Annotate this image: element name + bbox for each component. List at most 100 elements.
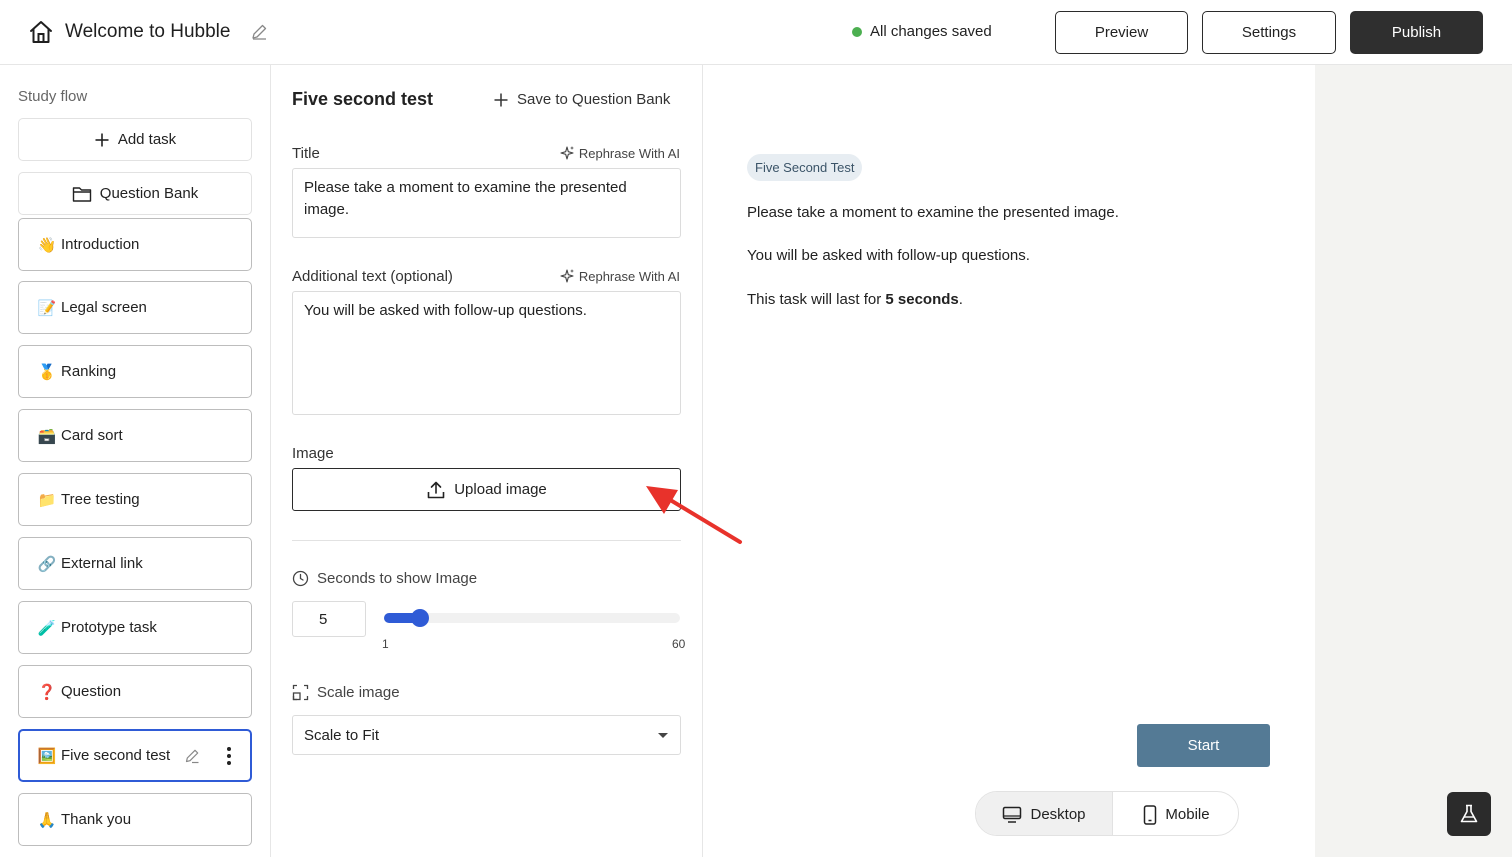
task-item-question[interactable]: ❓ Question bbox=[18, 665, 252, 718]
add-task-label: Add task bbox=[117, 131, 177, 148]
mobile-icon bbox=[1144, 804, 1157, 825]
preview-button[interactable]: Preview bbox=[1055, 11, 1188, 54]
upload-icon bbox=[427, 481, 445, 498]
divider bbox=[292, 540, 681, 541]
slider-min-label: 1 bbox=[382, 637, 389, 651]
study-flow-label: Study flow bbox=[18, 88, 88, 105]
task-item-thank-you[interactable]: 🙏 Thank you bbox=[18, 793, 252, 846]
task-item-prototype-task[interactable]: 🧪 Prototype task bbox=[18, 601, 252, 654]
rephrase-with-ai-button[interactable]: Rephrase With AI bbox=[559, 145, 680, 161]
duration-value: 5 seconds bbox=[885, 291, 959, 308]
saved-dot-icon bbox=[852, 26, 862, 37]
more-vertical-icon[interactable] bbox=[226, 746, 232, 766]
slider-thumb[interactable] bbox=[411, 609, 430, 627]
publish-button[interactable]: Publish bbox=[1350, 11, 1483, 54]
pencil-icon[interactable] bbox=[184, 748, 200, 764]
task-editor-panel: Five second test Save to Question Bank T… bbox=[271, 65, 703, 857]
scale-image-label: Scale image bbox=[292, 684, 400, 701]
task-item-external-link[interactable]: 🔗 External link bbox=[18, 537, 252, 590]
device-toggle: Desktop Mobile bbox=[975, 791, 1239, 836]
folded-hands-icon: 🙏 bbox=[37, 811, 57, 829]
study-flow-sidebar: Study flow Add task Question Bank 👋 Intr… bbox=[0, 65, 271, 857]
preview-title: Please take a moment to examine the pres… bbox=[747, 204, 1119, 221]
desktop-label: Desktop bbox=[1030, 806, 1086, 823]
task-label: External link bbox=[61, 555, 143, 572]
participant-preview: Five Second Test Please take a moment to… bbox=[703, 65, 1315, 857]
medal-icon: 🥇 bbox=[37, 363, 57, 381]
save-to-question-bank-label: Save to Question Bank bbox=[517, 91, 671, 108]
settings-button[interactable]: Settings bbox=[1202, 11, 1336, 54]
framed-picture-icon: 🖼️ bbox=[37, 747, 57, 765]
card-box-icon: 🗃️ bbox=[37, 427, 57, 445]
save-status-text: All changes saved bbox=[870, 23, 992, 40]
task-item-card-sort[interactable]: 🗃️ Card sort bbox=[18, 409, 252, 462]
task-type-badge: Five Second Test bbox=[747, 154, 863, 181]
save-status: All changes saved bbox=[852, 23, 992, 40]
sparkle-icon bbox=[560, 269, 574, 283]
sparkle-icon bbox=[560, 146, 574, 160]
scale-image-select[interactable]: Scale to Fit bbox=[292, 715, 681, 755]
home-icon[interactable] bbox=[28, 19, 54, 45]
link-icon: 🔗 bbox=[37, 555, 57, 573]
task-label: Tree testing bbox=[61, 491, 140, 508]
editor-heading: Five second test bbox=[292, 89, 434, 109]
task-label: Thank you bbox=[61, 811, 132, 828]
rephrase-label: Rephrase With AI bbox=[578, 145, 680, 161]
lab-flask-button[interactable] bbox=[1447, 792, 1491, 836]
title-textarea[interactable]: Please take a moment to examine the pres… bbox=[292, 168, 681, 238]
seconds-input[interactable]: 5 bbox=[292, 601, 366, 637]
plus-icon bbox=[95, 133, 109, 146]
task-label: Ranking bbox=[61, 363, 117, 380]
pencil-icon[interactable] bbox=[250, 23, 268, 41]
upload-image-label: Upload image bbox=[454, 481, 547, 498]
title-label: Title bbox=[292, 145, 320, 162]
folder-icon bbox=[72, 186, 91, 202]
plus-icon bbox=[494, 93, 508, 106]
task-item-tree-testing[interactable]: 📁 Tree testing bbox=[18, 473, 252, 526]
task-item-introduction[interactable]: 👋 Introduction bbox=[18, 218, 252, 271]
scale-label-text: Scale image bbox=[317, 684, 400, 701]
scale-select-value: Scale to Fit bbox=[304, 726, 380, 744]
right-gray-panel bbox=[1315, 65, 1512, 857]
question-bank-button[interactable]: Question Bank bbox=[18, 172, 252, 215]
slider-max-label: 60 bbox=[672, 637, 686, 651]
task-item-ranking[interactable]: 🥇 Ranking bbox=[18, 345, 252, 398]
mobile-label: Mobile bbox=[1165, 806, 1210, 823]
clock-icon bbox=[292, 570, 309, 587]
start-button[interactable]: Start bbox=[1137, 724, 1270, 767]
question-bank-label: Question Bank bbox=[99, 185, 199, 202]
add-task-button[interactable]: Add task bbox=[18, 118, 252, 161]
chevron-down-icon bbox=[658, 733, 668, 738]
rephrase-label: Rephrase With AI bbox=[578, 268, 680, 284]
task-item-five-second-test[interactable]: 🖼️ Five second test bbox=[18, 729, 252, 782]
folder-icon: 📁 bbox=[37, 491, 57, 509]
task-label: Question bbox=[61, 683, 122, 700]
question-mark-icon: ❓ bbox=[37, 683, 57, 701]
task-label: Card sort bbox=[61, 427, 123, 444]
flask-icon bbox=[1460, 804, 1478, 823]
task-item-legal-screen[interactable]: 📝 Legal screen bbox=[18, 281, 252, 334]
preview-additional-text: You will be asked with follow-up questio… bbox=[747, 247, 1030, 264]
mobile-view-button[interactable]: Mobile bbox=[1113, 792, 1238, 835]
additional-text-textarea[interactable]: You will be asked with follow-up questio… bbox=[292, 291, 681, 415]
additional-text-label: Additional text (optional) bbox=[292, 268, 453, 285]
preview-duration-text: This task will last for 5 seconds. bbox=[747, 291, 963, 308]
save-to-question-bank-button[interactable]: Save to Question Bank bbox=[493, 91, 670, 108]
image-label: Image bbox=[292, 445, 334, 462]
task-label: Introduction bbox=[61, 236, 140, 253]
scale-icon bbox=[292, 684, 309, 701]
seconds-slider[interactable] bbox=[384, 609, 680, 627]
task-label: Five second test bbox=[61, 747, 171, 764]
memo-icon: 📝 bbox=[37, 299, 57, 317]
desktop-view-button[interactable]: Desktop bbox=[976, 792, 1113, 835]
desktop-icon bbox=[1003, 806, 1022, 823]
waving-hand-icon: 👋 bbox=[37, 236, 57, 254]
rephrase-with-ai-button[interactable]: Rephrase With AI bbox=[559, 268, 680, 284]
study-title: Welcome to Hubble bbox=[65, 21, 231, 42]
task-label: Prototype task bbox=[61, 619, 157, 636]
duration-suffix: . bbox=[958, 291, 963, 308]
seconds-label-text: Seconds to show Image bbox=[317, 570, 478, 587]
seconds-to-show-label: Seconds to show Image bbox=[292, 570, 477, 587]
upload-image-button[interactable]: Upload image bbox=[292, 468, 681, 511]
test-tube-icon: 🧪 bbox=[37, 619, 57, 637]
